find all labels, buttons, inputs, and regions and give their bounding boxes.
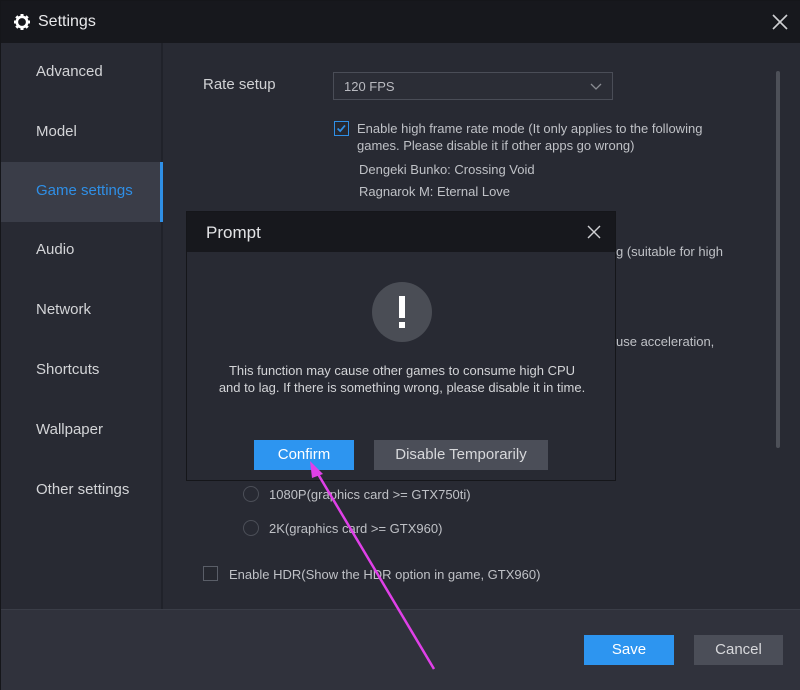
- sidebar-item-label: Wallpaper: [36, 421, 103, 438]
- active-indicator: [160, 162, 163, 222]
- resolution-radio-2k[interactable]: [243, 520, 259, 536]
- prompt-dialog-header: Prompt: [187, 212, 615, 252]
- hdr-label: Enable HDR(Show the HDR option in game, …: [229, 567, 541, 582]
- cancel-button[interactable]: Cancel: [694, 635, 783, 665]
- close-icon[interactable]: [769, 11, 791, 33]
- resolution-label-2k: 2K(graphics card >= GTX960): [269, 521, 443, 536]
- high-frame-rate-label-line2: games. Please disable it if other apps g…: [357, 138, 635, 153]
- sidebar-item-label: Shortcuts: [36, 361, 100, 378]
- rate-dropdown[interactable]: 120 FPS: [333, 72, 613, 100]
- confirm-button[interactable]: Confirm: [254, 440, 354, 470]
- sidebar-item-label: Other settings: [36, 481, 130, 498]
- sidebar-item-label: Game settings: [36, 182, 133, 199]
- partial-option-text: use acceleration,: [616, 334, 715, 349]
- save-button[interactable]: Save: [584, 635, 674, 665]
- resolution-radio-1080p[interactable]: [243, 486, 259, 502]
- rate-dropdown-value: 120 FPS: [344, 79, 395, 94]
- sidebar-item-audio[interactable]: Audio: [1, 221, 163, 281]
- hdr-checkbox[interactable]: [203, 566, 218, 581]
- sidebar-item-label: Model: [36, 123, 77, 140]
- prompt-dialog-message: This function may cause other games to c…: [218, 363, 586, 395]
- high-frame-rate-checkbox[interactable]: [334, 121, 349, 136]
- chevron-down-icon: [590, 83, 602, 90]
- supported-game: Dengeki Bunko: Crossing Void: [359, 162, 535, 177]
- exclamation-icon: [372, 282, 432, 342]
- footer-bar: [1, 609, 800, 690]
- sidebar-item-shortcuts[interactable]: Shortcuts: [1, 341, 163, 401]
- sidebar-item-other-settings[interactable]: Other settings: [1, 461, 163, 521]
- settings-window: Settings Advanced Model Game settings Au…: [0, 0, 800, 690]
- rate-setup-label: Rate setup: [203, 76, 276, 93]
- sidebar-item-network[interactable]: Network: [1, 281, 163, 341]
- prompt-dialog-title: Prompt: [206, 223, 261, 242]
- sidebar: Advanced Model Game settings Audio Netwo…: [1, 43, 163, 609]
- resolution-label-1080p: 1080P(graphics card >= GTX750ti): [269, 487, 471, 502]
- high-frame-rate-label-line1: Enable high frame rate mode (It only app…: [357, 121, 703, 136]
- window-title: Settings: [38, 13, 96, 30]
- sidebar-item-model[interactable]: Model: [1, 103, 163, 163]
- gear-icon: [14, 14, 30, 30]
- title-bar: Settings: [1, 1, 800, 43]
- partial-option-text: g (suitable for high: [616, 244, 723, 259]
- sidebar-item-wallpaper[interactable]: Wallpaper: [1, 401, 163, 461]
- sidebar-item-label: Network: [36, 301, 92, 318]
- checkmark-icon: [336, 124, 346, 133]
- sidebar-item-game-settings[interactable]: Game settings: [1, 162, 163, 222]
- prompt-dialog: Prompt This function may cause other gam…: [186, 211, 616, 481]
- disable-temporarily-button[interactable]: Disable Temporarily: [374, 440, 548, 470]
- sidebar-item-advanced[interactable]: Advanced: [1, 43, 163, 103]
- scrollbar[interactable]: [776, 71, 780, 448]
- supported-game: Ragnarok M: Eternal Love: [359, 184, 511, 199]
- sidebar-item-label: Advanced: [36, 63, 103, 80]
- sidebar-item-label: Audio: [36, 241, 75, 258]
- close-icon[interactable]: [586, 224, 602, 240]
